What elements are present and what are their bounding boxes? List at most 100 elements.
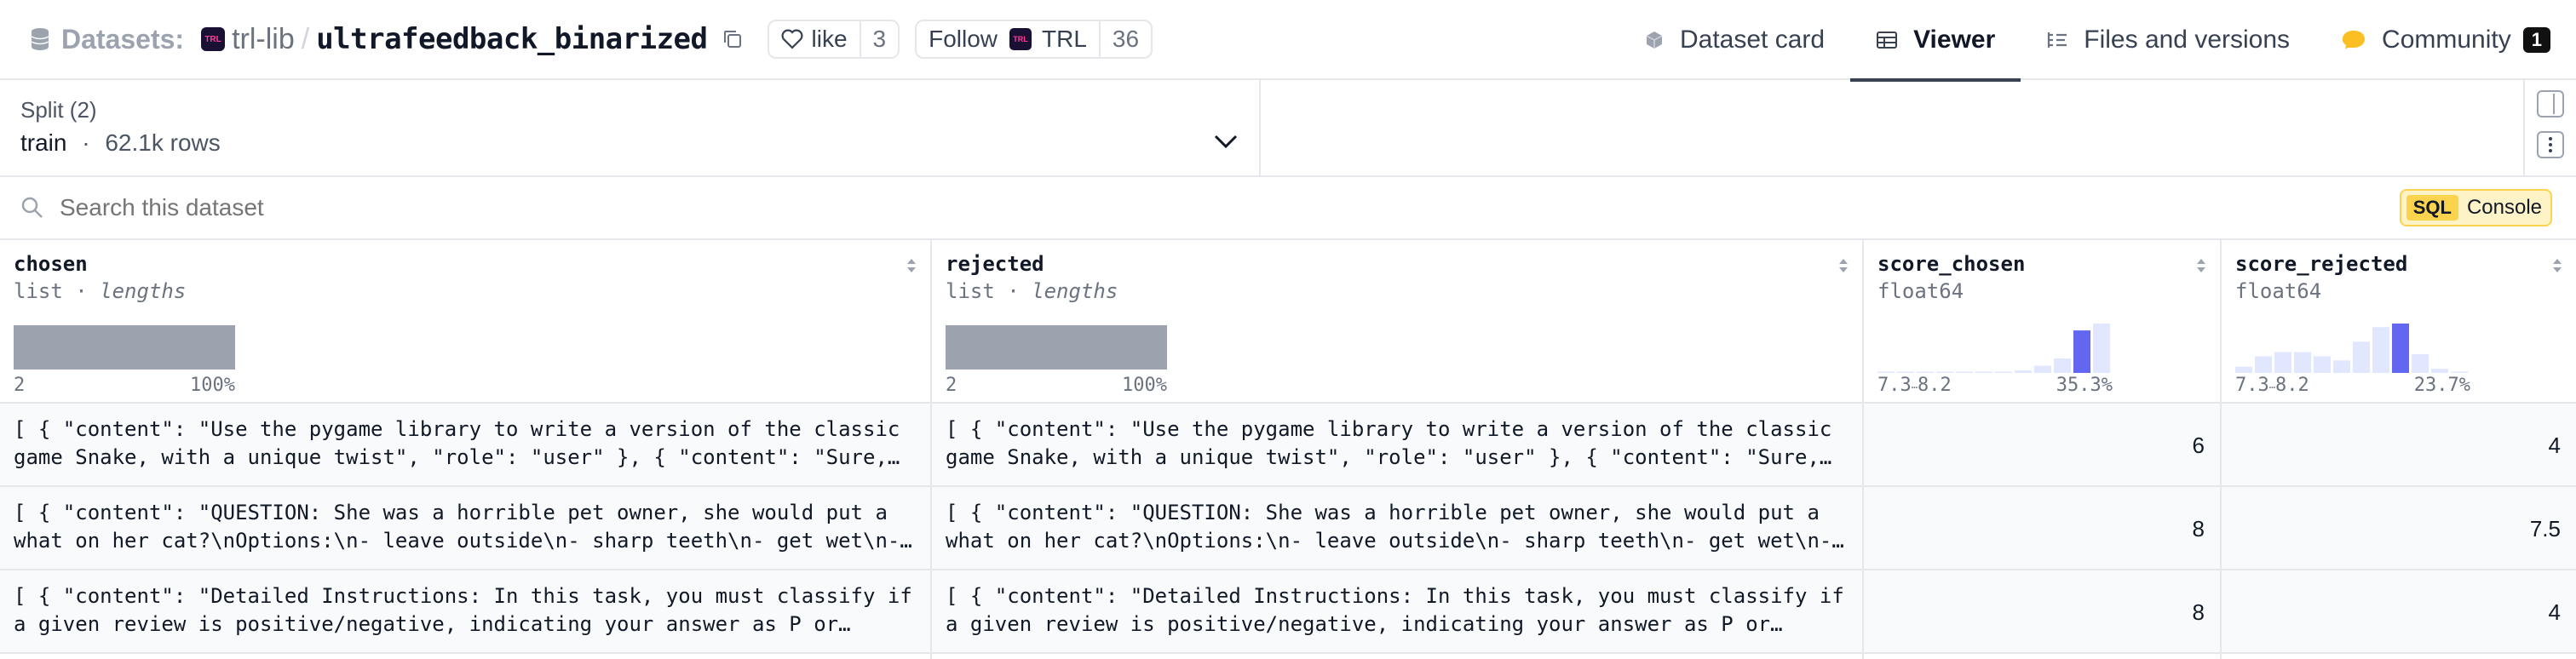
column-axis: 7.3⋯8.2 23.7%	[2235, 375, 2470, 396]
histogram-bar[interactable]	[2093, 324, 2110, 373]
community-icon	[2343, 31, 2366, 49]
histogram-bar[interactable]	[2235, 366, 2252, 373]
cell-score-rejected[interactable]: 4	[2222, 404, 2576, 485]
cell-rejected[interactable]: [ { "content": "Detailed Instructions: I…	[932, 570, 1864, 652]
like-count: 3	[859, 21, 899, 57]
tab-files-and-versions[interactable]: Files and versions	[2021, 0, 2315, 80]
cell-chosen[interactable]: [ { "content": "Detailed Instructions: I…	[0, 570, 932, 652]
sort-icon[interactable]	[1837, 255, 1850, 276]
length-histogram-bar[interactable]	[946, 325, 1167, 370]
follow-org: TRL	[1042, 26, 1087, 52]
table-row[interactable]: [ { "content": "QUESTION: She was a horr…	[0, 487, 2576, 570]
column-axis: 2 100%	[14, 375, 235, 396]
column-axis: 7.3⋯8.2 35.3%	[1877, 375, 2113, 396]
sidebar-toggle-icon[interactable]	[2537, 90, 2564, 117]
more-options-icon[interactable]	[2537, 131, 2564, 158]
histogram-bar[interactable]	[1975, 371, 1992, 374]
histogram-bar[interactable]	[2451, 371, 2468, 374]
cell-score-chosen[interactable]: 8	[1864, 570, 2222, 652]
cell-rejected[interactable]: [ { "content": "QUESTION: She was a horr…	[932, 487, 1864, 569]
cell-score-chosen[interactable]: 8	[1864, 487, 2222, 569]
histogram-bar[interactable]	[1956, 371, 1973, 374]
column-type: float64	[2235, 279, 2322, 303]
histogram-bar[interactable]	[2054, 358, 2071, 373]
follow-label: Follow	[929, 26, 998, 52]
histogram-bar[interactable]	[2034, 365, 2051, 374]
histogram-bar[interactable]	[2392, 324, 2409, 373]
histogram-bar[interactable]	[2015, 370, 2032, 373]
heart-icon	[781, 29, 802, 49]
follow-count: 36	[1098, 21, 1151, 57]
histogram-bar[interactable]	[2274, 352, 2291, 374]
histogram-bar[interactable]	[2333, 360, 2350, 373]
database-icon	[31, 28, 49, 50]
files-icon	[2048, 32, 2067, 48]
histogram-bar[interactable]	[1897, 371, 1914, 374]
histogram-bar[interactable]	[1995, 371, 2012, 374]
cell-rejected[interactable]: [ { "content": "Use the pygame library t…	[932, 404, 1864, 485]
copy-icon[interactable]	[722, 28, 744, 50]
breadcrumb: Datasets: TRL trl-lib / ultrafeedback_bi…	[31, 0, 1153, 78]
tab-dataset-card[interactable]: Dataset card	[1619, 0, 1850, 80]
histogram-bar[interactable]	[2353, 341, 2370, 373]
table-icon	[1877, 32, 1898, 49]
cell-score-chosen[interactable]: 6	[1864, 404, 2222, 485]
column-name: rejected	[946, 252, 1044, 276]
dataset-header: Datasets: TRL trl-lib / ultrafeedback_bi…	[0, 0, 2576, 82]
dataset-card-icon	[1646, 32, 1663, 49]
search-bar: SQL Console	[0, 177, 2576, 240]
org-link[interactable]: trl-lib	[232, 23, 295, 56]
histogram-bar[interactable]	[2431, 369, 2448, 373]
column-axis: 2 100%	[946, 375, 1167, 396]
split-selector[interactable]: Split (2) train · 62.1k rows	[0, 80, 1261, 175]
histogram-bar[interactable]	[2073, 330, 2090, 373]
sql-console-button[interactable]: SQL Console	[2399, 189, 2552, 226]
datasets-label[interactable]: Datasets:	[61, 24, 184, 55]
histogram-bar[interactable]	[2294, 352, 2311, 374]
cell-chosen[interactable]: [ { "content": "Use the pygame library t…	[0, 404, 932, 485]
sort-icon[interactable]	[905, 255, 918, 276]
table-row[interactable]: [ { "content": "Use the pygame library t…	[0, 404, 2576, 487]
tab-viewer[interactable]: Viewer	[1850, 0, 2021, 82]
sort-icon[interactable]	[2194, 255, 2208, 276]
histogram-bar[interactable]	[2255, 356, 2272, 373]
cell-score-rejected[interactable]: 4	[2222, 570, 2576, 652]
histogram-bar[interactable]	[2314, 356, 2331, 373]
column-type: list · lengths	[946, 279, 1118, 303]
breadcrumb-separator: /	[301, 22, 310, 55]
search-input[interactable]	[60, 189, 2360, 226]
repo-name[interactable]: ultrafeedback_binarized	[316, 22, 708, 56]
repo-tabs: Dataset card Viewer Files and versions C…	[1619, 0, 2576, 82]
split-label: Split (2)	[20, 97, 97, 123]
search-icon	[21, 197, 43, 218]
like-label: like	[811, 26, 848, 52]
histogram-bar[interactable]	[2372, 327, 2389, 373]
score-chosen-histogram[interactable]	[1877, 322, 2113, 373]
score-rejected-histogram[interactable]	[2235, 322, 2470, 373]
trl-logo-icon: TRL	[1009, 28, 1032, 50]
sql-console-label: Console	[2466, 196, 2542, 219]
viewer-side-controls	[2523, 80, 2576, 175]
histogram-bar[interactable]	[1877, 371, 1895, 374]
column-name: score_rejected	[2235, 252, 2408, 276]
follow-button[interactable]: Follow TRL TRL 36	[915, 20, 1153, 59]
tab-community[interactable]: Community 1	[2315, 0, 2576, 80]
histogram-bar[interactable]	[2412, 354, 2429, 373]
sort-icon[interactable]	[2550, 255, 2564, 276]
table-row[interactable]: [ { "content": "Detailed Instructions: I…	[0, 570, 2576, 654]
split-rows: 62.1k rows	[105, 129, 221, 156]
column-header[interactable]: score_chosen float64 7.3⋯8.2 35.3%	[1864, 240, 2220, 404]
like-button[interactable]: like 3	[767, 20, 900, 59]
column-header[interactable]: chosen list · lengths 2 100%	[0, 240, 930, 404]
cell-chosen[interactable]: [ { "content": "QUESTION: She was a horr…	[0, 487, 932, 569]
sql-tag: SQL	[2406, 195, 2458, 221]
column-header[interactable]: score_rejected float64 7.3⋯8.2 23.7%	[2222, 240, 2576, 404]
chevron-down-icon[interactable]	[1213, 133, 1239, 150]
column-header[interactable]: rejected list · lengths 2 100%	[932, 240, 1862, 404]
histogram-bar[interactable]	[1936, 371, 1953, 374]
length-histogram-bar[interactable]	[14, 325, 235, 370]
org-logo-icon: TRL	[201, 27, 226, 51]
cell-score-rejected[interactable]: 7.5	[2222, 487, 2576, 569]
histogram-bar[interactable]	[1917, 371, 1934, 374]
data-table: chosen list · lengths 2 100% rejected li…	[0, 240, 2576, 659]
